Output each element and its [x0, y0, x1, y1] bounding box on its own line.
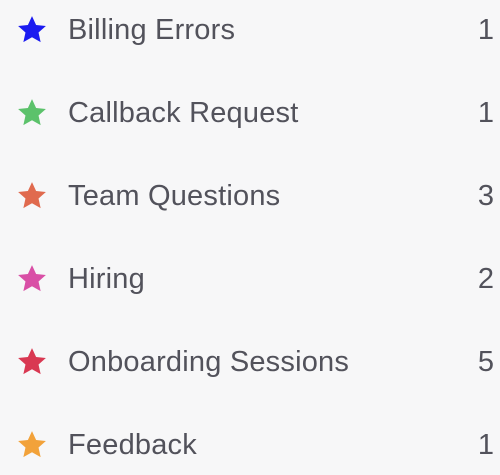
label-count: 1 — [477, 13, 494, 46]
label-count: 2 — [477, 262, 494, 295]
label-name: Callback Request — [68, 96, 299, 129]
star-icon — [14, 95, 50, 131]
label-name: Team Questions — [68, 179, 281, 212]
label-item-hiring[interactable]: Hiring 2 — [0, 249, 500, 309]
label-count: 5 — [477, 345, 494, 378]
label-name: Billing Errors — [68, 13, 236, 46]
star-icon — [14, 12, 50, 48]
label-list: Billing Errors 1 Callback Request 1 Team… — [0, 0, 500, 465]
label-name: Onboarding Sessions — [68, 345, 350, 378]
label-item-onboarding-sessions[interactable]: Onboarding Sessions 5 — [0, 332, 500, 392]
label-item-feedback[interactable]: Feedback 1 — [0, 415, 500, 475]
label-name: Hiring — [68, 262, 145, 295]
star-icon — [14, 344, 50, 380]
label-count: 3 — [477, 179, 494, 212]
label-name: Feedback — [68, 428, 197, 461]
label-count: 1 — [477, 428, 494, 461]
label-item-callback-request[interactable]: Callback Request 1 — [0, 83, 500, 143]
label-count: 1 — [477, 96, 494, 129]
label-item-team-questions[interactable]: Team Questions 3 — [0, 166, 500, 226]
star-icon — [14, 427, 50, 463]
star-icon — [14, 261, 50, 297]
star-icon — [14, 178, 50, 214]
label-item-billing-errors[interactable]: Billing Errors 1 — [0, 0, 500, 60]
